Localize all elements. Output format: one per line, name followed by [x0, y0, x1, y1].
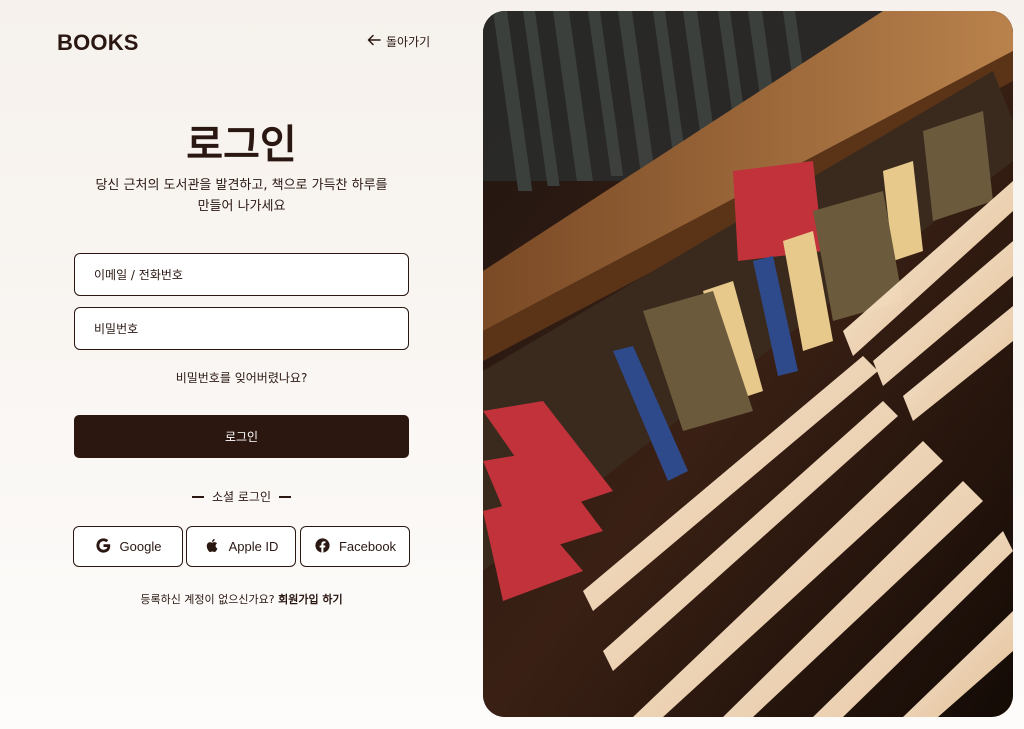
brand-logo[interactable]: BOOKS	[57, 30, 139, 56]
divider-dash	[279, 495, 291, 498]
social-login-label: 소셜 로그인	[211, 490, 271, 504]
facebook-login-button[interactable]: Facebook	[300, 526, 410, 567]
subtitle-line: 만들어 나가세요	[197, 199, 286, 214]
apple-login-button[interactable]: Apple ID	[186, 526, 296, 567]
google-label: Google	[119, 539, 162, 554]
password-input[interactable]	[94, 321, 408, 336]
email-input[interactable]	[94, 267, 408, 282]
page-title: 로그인	[186, 121, 297, 168]
divider-dash	[191, 495, 204, 498]
signup-text: 등록하신 계정이 없으신가요?	[140, 593, 275, 606]
arrow-left-icon	[367, 33, 381, 50]
login-button[interactable]: 로그인	[74, 415, 409, 458]
google-icon	[95, 537, 112, 557]
google-login-button[interactable]: Google	[73, 526, 183, 567]
social-login-divider: 소셜 로그인	[74, 488, 409, 505]
signup-prompt: 등록하신 계정이 없으신가요? 회원가입 하기	[74, 591, 409, 607]
apple-icon	[204, 537, 221, 557]
facebook-label: Facebook	[338, 539, 397, 554]
email-field[interactable]	[74, 253, 409, 296]
back-link[interactable]: 돌아가기	[367, 33, 430, 50]
subtitle-line: 당신 근처의 도서관을 발견하고, 책으로 가득찬 하루를	[95, 178, 388, 193]
facebook-icon	[314, 537, 331, 557]
apple-label: Apple ID	[228, 539, 279, 554]
forgot-password-link[interactable]: 비밀번호를 잊어버렸나요?	[74, 369, 409, 386]
signup-link[interactable]: 회원가입 하기	[278, 593, 343, 606]
bookshelf-photo	[483, 11, 1013, 717]
password-field[interactable]	[74, 307, 409, 350]
page-subtitle: 당신 근처의 도서관을 발견하고, 책으로 가득찬 하루를 만들어 나가세요	[74, 175, 409, 217]
back-label: 돌아가기	[386, 35, 431, 49]
